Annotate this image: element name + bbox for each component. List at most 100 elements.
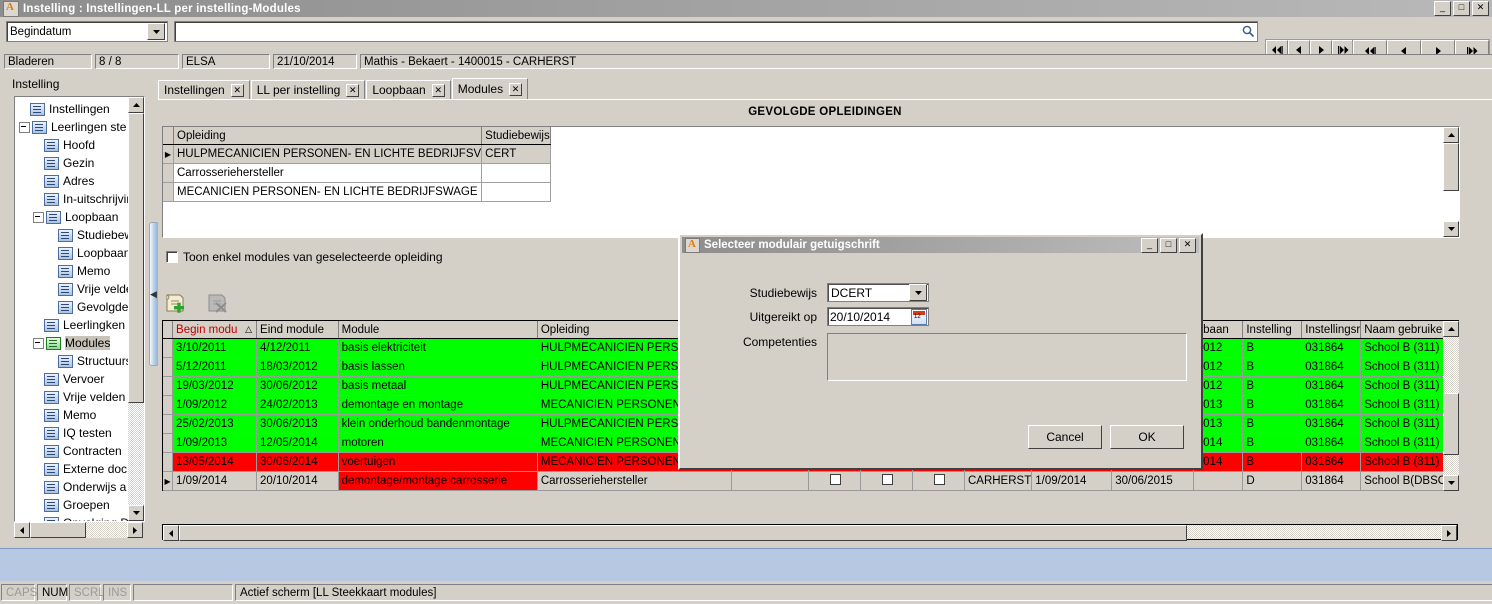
table-row[interactable]: Carrosseriehersteller [163, 163, 551, 183]
dialog-close-icon[interactable]: ✕ [1179, 237, 1196, 253]
tree-item-hoofd[interactable]: Hoofd [19, 136, 144, 154]
opleidingen-grid[interactable]: Opleiding Studiebewijs ▶ HULPMECANICIEN PER… [162, 126, 1460, 238]
column-header-12[interactable]: Instelling [1242, 321, 1303, 339]
tree-item-opvolging-d[interactable]: Opvolging D [19, 514, 144, 521]
chevron-down-icon[interactable] [909, 284, 927, 301]
tree-item-vervoer[interactable]: Vervoer [19, 370, 144, 388]
scroll-up-icon[interactable] [1443, 321, 1459, 337]
tree-item-onderwijs-a[interactable]: Onderwijs a [19, 478, 144, 496]
tree-item-instellingen[interactable]: Instellingen [19, 100, 144, 118]
tree-item-externe-doc[interactable]: Externe doc [19, 460, 144, 478]
scroll-down-icon[interactable] [128, 505, 144, 521]
scroll-up-icon[interactable] [1443, 127, 1459, 143]
collapse-toggle-icon[interactable] [33, 211, 44, 223]
competenties-textarea[interactable] [827, 333, 1187, 381]
tab-modules[interactable]: Modules ✕ [451, 78, 529, 99]
filter-checkbox-row[interactable]: Toon enkel modules van geselecteerde opl… [166, 250, 443, 264]
tree-hscroll-track[interactable] [30, 522, 127, 538]
modules-hscroll-track[interactable] [179, 525, 1441, 541]
dialog-maximize-icon[interactable]: □ [1160, 237, 1177, 253]
close-icon[interactable]: ✕ [230, 83, 244, 97]
cancel-button[interactable]: Cancel [1028, 425, 1102, 449]
tree-item-structuurso[interactable]: Structuurso [19, 352, 144, 370]
collapse-toggle-icon[interactable] [19, 121, 30, 133]
modules-horizontal-scrollbar[interactable] [162, 524, 1458, 541]
scroll-right-icon[interactable] [127, 522, 143, 538]
scroll-down-icon[interactable] [1443, 221, 1459, 237]
opleidingen-scroll-thumb[interactable] [1443, 143, 1459, 191]
tree-scroll-track[interactable] [128, 113, 144, 505]
modules-hscroll-thumb[interactable] [179, 525, 1187, 541]
tree-item-leerlingen-ste[interactable]: Leerlingen ste [19, 118, 144, 136]
tree-item-gezin[interactable]: Gezin [19, 154, 144, 172]
tree-item-leerlingken[interactable]: Leerlingken [19, 316, 144, 334]
tab-ll-per-instelling[interactable]: LL per instelling ✕ [250, 80, 366, 99]
tree-item-in-uitschrijvin[interactable]: In-uitschrijvin [19, 190, 144, 208]
search-icon[interactable] [1241, 24, 1255, 39]
tree-item-vrije-velde[interactable]: Vrije velde [19, 280, 144, 298]
add-document-icon[interactable] [164, 292, 190, 314]
close-icon[interactable]: ✕ [431, 83, 445, 97]
maximize-icon[interactable]: □ [1453, 1, 1470, 16]
pane-splitter[interactable]: ◀ [148, 74, 159, 544]
tab-instellingen[interactable]: Instellingen ✕ [158, 80, 250, 99]
scroll-left-icon[interactable] [163, 525, 179, 541]
tree-vertical-scrollbar[interactable] [128, 97, 144, 521]
column-header-0[interactable]: Opleiding [173, 127, 483, 145]
collapse-pane-icon[interactable]: ◀ [150, 289, 157, 300]
tree-horizontal-scrollbar[interactable] [14, 522, 143, 538]
opleidingen-scroll-track[interactable] [1443, 143, 1459, 221]
scroll-down-icon[interactable] [1443, 475, 1459, 491]
close-icon[interactable]: ✕ [1472, 1, 1489, 16]
studiebewijs-select[interactable]: DCERT [827, 283, 929, 302]
tree-item-memo[interactable]: Memo [19, 262, 144, 280]
calendar-icon[interactable] [911, 308, 927, 325]
tree-item-iq-testen[interactable]: IQ testen [19, 424, 144, 442]
uitgereikt-op-date-field[interactable]: 20/10/2014 [827, 307, 929, 326]
tree-hscroll-thumb[interactable] [30, 522, 86, 538]
toon-enkel-modules-checkbox[interactable] [166, 251, 178, 263]
tree-item-contracten[interactable]: Contracten [19, 442, 144, 460]
tree-item-groepen[interactable]: Groepen [19, 496, 144, 514]
search-input-wrapper[interactable] [174, 21, 1258, 42]
table-row[interactable]: ▶ HULPMECANICIEN PERSONEN- EN LICHTE BEDR… [163, 144, 551, 164]
tree-item-studiebew[interactable]: Studiebew [19, 226, 144, 244]
tree-scroll-thumb[interactable] [128, 113, 144, 403]
row-checkbox[interactable] [830, 474, 842, 485]
tree-item-loopbaan[interactable]: Loopbaan [19, 244, 144, 262]
row-checkbox[interactable] [882, 474, 894, 485]
column-header-13[interactable]: Instellingsr [1301, 321, 1362, 339]
column-header-1[interactable]: Studiebewijs [481, 127, 551, 145]
column-header-2[interactable]: Module [338, 321, 538, 339]
modules-vertical-scrollbar[interactable] [1443, 321, 1459, 491]
close-icon[interactable]: ✕ [346, 83, 360, 97]
chevron-down-icon[interactable] [147, 23, 165, 40]
status-message: Actief scherm [LL Steekkaart modules] [235, 584, 1492, 601]
tree-item-gevolgde[interactable]: Gevolgde [19, 298, 144, 316]
ok-button[interactable]: OK [1110, 425, 1184, 449]
navigation-tree[interactable]: Instellingen Leerlingen ste Hoofd Gezin Adre… [14, 96, 145, 522]
scroll-up-icon[interactable] [128, 97, 144, 113]
tree-item-adres[interactable]: Adres [19, 172, 144, 190]
scroll-left-icon[interactable] [14, 522, 30, 538]
search-input[interactable] [178, 24, 1241, 39]
table-row[interactable]: ▶ 1/09/2014 20/10/2014 demontage/montage ca… [163, 471, 1459, 491]
close-icon[interactable]: ✕ [509, 82, 523, 96]
opleidingen-vertical-scrollbar[interactable] [1443, 127, 1459, 237]
tree-item-modules[interactable]: Modules [19, 334, 144, 352]
tree-item-loopbaan[interactable]: Loopbaan [19, 208, 144, 226]
column-header-1[interactable]: Eind module [256, 321, 339, 339]
modules-scroll-track[interactable] [1443, 337, 1459, 475]
tree-item-memo[interactable]: Memo [19, 406, 144, 424]
collapse-toggle-icon[interactable] [33, 337, 44, 349]
minimize-icon[interactable]: _ [1434, 1, 1451, 16]
modules-scroll-thumb[interactable] [1443, 393, 1459, 455]
dialog-minimize-icon[interactable]: _ [1141, 237, 1158, 253]
field-select-combo[interactable]: Begindatum [6, 21, 168, 42]
tree-item-vrije-velden[interactable]: Vrije velden [19, 388, 144, 406]
column-header-0[interactable]: Begin modu △ [172, 321, 258, 339]
tab-loopbaan[interactable]: Loopbaan ✕ [366, 80, 451, 99]
table-row[interactable]: MECANICIEN PERSONEN- EN LICHTE BEDRIJFSW… [163, 182, 551, 202]
row-checkbox[interactable] [934, 474, 946, 485]
scroll-right-icon[interactable] [1441, 525, 1457, 541]
